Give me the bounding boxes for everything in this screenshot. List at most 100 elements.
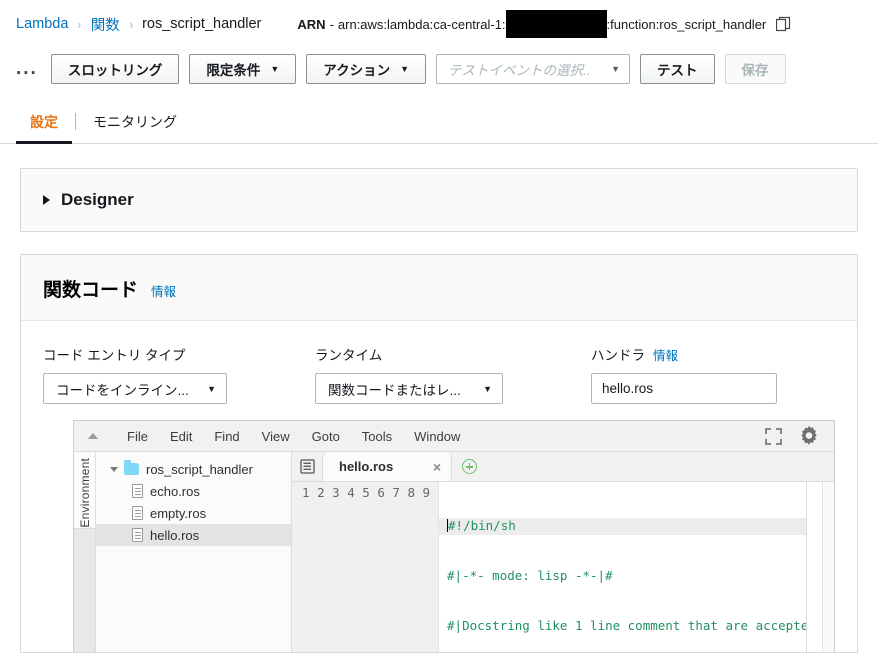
code-line-text: #!/bin/sh xyxy=(448,518,516,534)
overflow-menu-button[interactable]: ... xyxy=(16,59,41,78)
function-code-header: 関数コード 情報 xyxy=(21,255,857,321)
breadcrumb-item-current: ros_script_handler xyxy=(142,16,262,32)
menu-find[interactable]: Find xyxy=(203,429,250,444)
line-number: 8 xyxy=(407,485,415,500)
environment-rail: Environment xyxy=(74,452,96,652)
editor-menu-bar: File Edit Find View Goto Tools Window xyxy=(74,421,834,452)
code-editor[interactable]: 1 2 3 4 5 6 7 8 9 #!/bin/sh #|-*- mode: … xyxy=(292,482,834,652)
breadcrumb-item-functions[interactable]: 関数 xyxy=(91,14,120,35)
cloud9-editor: File Edit Find View Goto Tools Window En… xyxy=(73,420,835,652)
qualifier-dropdown-button[interactable]: 限定条件 ▼ xyxy=(189,54,297,84)
tab-monitoring[interactable]: モニタリング xyxy=(79,112,191,143)
menu-tools[interactable]: Tools xyxy=(351,429,403,444)
tree-folder-root[interactable]: ros_script_handler xyxy=(96,458,291,480)
function-code-form: コード エントリ タイプ コードをインライン... ▼ ランタイム 関数コードま… xyxy=(21,321,857,420)
environment-rail-bottom xyxy=(74,527,96,652)
chevron-up-icon[interactable] xyxy=(88,433,98,439)
runtime-field: ランタイム 関数コードまたはレ... ▼ xyxy=(315,344,503,404)
environment-rail-label[interactable]: Environment xyxy=(78,458,92,528)
menu-goto[interactable]: Goto xyxy=(301,429,351,444)
runtime-value: 関数コードまたはレ... xyxy=(328,382,461,398)
arn-dash: - xyxy=(329,16,334,32)
environment-rail-top: Environment xyxy=(74,452,96,528)
editor-tab-hello-ros[interactable]: hello.ros × xyxy=(322,452,452,481)
tab-monitoring-label: モニタリング xyxy=(93,114,177,130)
menu-view[interactable]: View xyxy=(251,429,301,444)
file-list-icon[interactable] xyxy=(292,452,322,481)
runtime-select[interactable]: 関数コードまたはレ... ▼ xyxy=(315,373,503,404)
editor-scrollbar[interactable] xyxy=(822,482,834,652)
tree-file-label: echo.ros xyxy=(150,483,200,499)
test-button-label: テスト xyxy=(657,63,698,78)
file-icon xyxy=(132,528,143,542)
close-icon[interactable]: × xyxy=(433,459,441,475)
code-entry-type-value: コードをインライン... xyxy=(56,382,189,398)
breadcrumb-item-lambda[interactable]: Lambda xyxy=(16,16,68,32)
form-spacer xyxy=(503,344,591,404)
editor-tab-label: hello.ros xyxy=(339,459,394,474)
tree-file-label: empty.ros xyxy=(150,505,207,521)
action-toolbar: ... スロットリング 限定条件 ▼ アクション ▼ テストイベントの選択.. … xyxy=(0,48,878,90)
chevron-down-icon xyxy=(110,466,118,472)
line-number: 9 xyxy=(422,485,431,500)
line-number: 1 xyxy=(302,485,310,500)
line-number: 4 xyxy=(347,485,355,500)
qualifier-button-label: 限定条件 xyxy=(206,63,261,78)
tab-settings-label: 設定 xyxy=(30,114,58,130)
editor-right-margin xyxy=(806,482,822,652)
arn-prefix: arn:aws:lambda:ca-central-1: xyxy=(337,16,506,32)
line-number: 6 xyxy=(377,485,385,500)
test-button[interactable]: テスト xyxy=(640,54,715,84)
handler-label: ハンドラ 情報 xyxy=(591,344,777,364)
handler-label-text: ハンドラ xyxy=(591,348,645,363)
gear-icon[interactable] xyxy=(798,425,820,447)
handler-info-link[interactable]: 情報 xyxy=(653,345,678,364)
breadcrumb: Lambda › 関数 › ros_script_handler xyxy=(16,14,261,35)
code-entry-type-label: コード エントリ タイプ xyxy=(43,344,227,364)
tree-file-hello[interactable]: hello.ros xyxy=(96,524,291,546)
editor-tab-strip: hello.ros × xyxy=(292,452,834,482)
save-button[interactable]: 保存 xyxy=(724,54,786,84)
code-entry-type-field: コード エントリ タイプ コードをインライン... ▼ xyxy=(43,344,227,404)
designer-panel-title: Designer xyxy=(61,190,134,209)
handler-input[interactable] xyxy=(591,373,777,404)
tree-file-echo[interactable]: echo.ros xyxy=(96,480,291,502)
menu-file[interactable]: File xyxy=(116,429,159,444)
code-line: #|-*- mode: lisp -*-|# xyxy=(447,567,613,583)
code-content[interactable]: #!/bin/sh #|-*- mode: lisp -*-|# #|Docst… xyxy=(439,482,806,652)
tab-settings[interactable]: 設定 xyxy=(16,112,72,144)
arn-suffix: :function:ros_script_handler xyxy=(606,16,767,32)
tree-file-empty[interactable]: empty.ros xyxy=(96,502,291,524)
code-entry-type-select[interactable]: コードをインライン... ▼ xyxy=(43,373,227,404)
actions-dropdown-button[interactable]: アクション ▼ xyxy=(306,54,427,84)
plus-icon xyxy=(461,459,477,474)
save-button-label: 保存 xyxy=(741,63,769,78)
function-code-info-link[interactable]: 情報 xyxy=(151,281,176,300)
throttle-button[interactable]: スロットリング xyxy=(50,54,180,84)
chevron-down-icon: ▼ xyxy=(270,64,280,74)
file-icon xyxy=(132,484,143,498)
runtime-label: ランタイム xyxy=(315,344,503,364)
designer-panel[interactable]: Designer xyxy=(20,168,858,232)
line-number: 5 xyxy=(362,485,370,500)
tab-divider xyxy=(75,113,76,130)
menu-edit[interactable]: Edit xyxy=(159,429,203,444)
line-number: 3 xyxy=(332,485,340,500)
file-tree: ros_script_handler echo.ros empty.ros he… xyxy=(96,452,292,652)
code-line: #!/bin/sh xyxy=(439,518,806,535)
menu-window[interactable]: Window xyxy=(403,429,471,444)
test-event-select[interactable]: テストイベントの選択.. ▼ xyxy=(436,54,631,84)
fullscreen-icon[interactable] xyxy=(765,427,782,445)
function-code-title: 関数コード xyxy=(43,280,139,301)
form-spacer xyxy=(227,344,315,404)
editor-menu-actions xyxy=(765,425,826,447)
tree-folder-label: ros_script_handler xyxy=(146,461,253,477)
new-tab-button[interactable] xyxy=(452,452,486,481)
test-event-select-value: テストイベントの選択.. xyxy=(448,63,591,78)
arn-label: ARN xyxy=(297,16,326,32)
file-icon xyxy=(132,506,143,520)
copy-icon[interactable] xyxy=(776,16,791,32)
editor-body: Environment ros_script_handler echo.ros … xyxy=(74,452,834,652)
actions-button-label: アクション xyxy=(323,63,391,78)
line-number: 2 xyxy=(317,485,325,500)
